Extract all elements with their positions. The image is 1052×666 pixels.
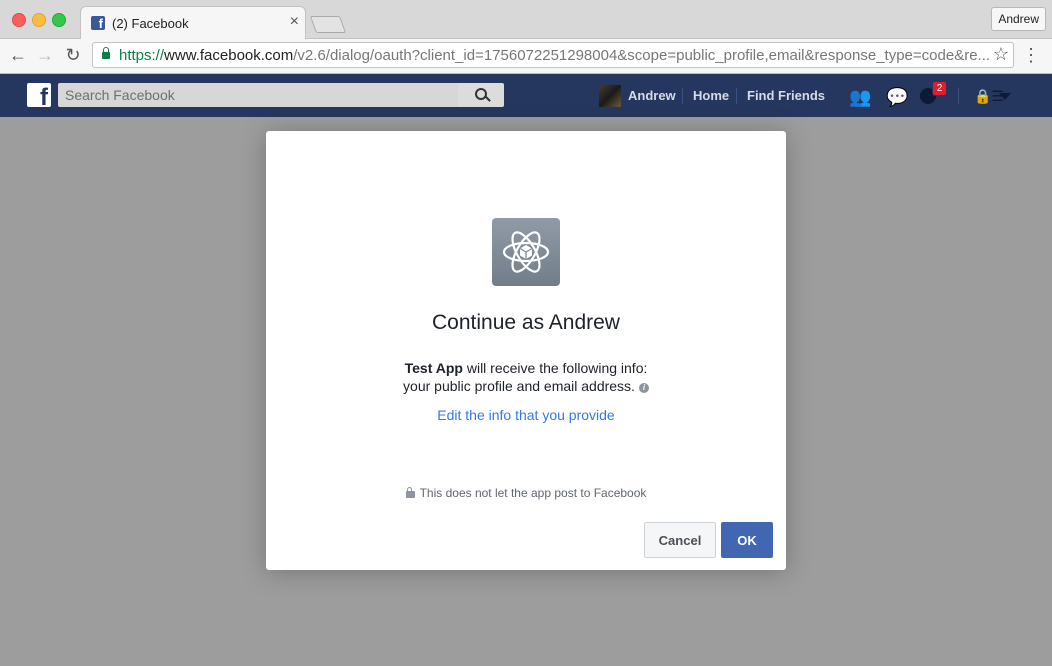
info-icon[interactable]: i (638, 383, 649, 393)
browser-tab-strip: f (2) Facebook × Andrew (0, 0, 1052, 39)
account-menu-caret-icon[interactable] (999, 93, 1011, 100)
new-tab-button[interactable] (309, 16, 347, 33)
address-bar[interactable]: https://www.facebook.com/v2.6/dialog/oau… (92, 42, 1014, 68)
facebook-search-input[interactable] (58, 83, 458, 107)
messages-icon[interactable]: 💬 (886, 87, 908, 108)
back-arrow-icon[interactable]: ← (8, 44, 28, 66)
nav-divider (682, 88, 683, 104)
facebook-logo-icon[interactable]: f (27, 83, 51, 107)
browser-tab-facebook[interactable]: f (2) Facebook × (80, 6, 306, 39)
reload-icon[interactable]: ↻ (63, 44, 83, 66)
browser-toolbar: ← → ↻ https://www.facebook.com/v2.6/dial… (0, 39, 1052, 74)
url-text: https://www.facebook.com/v2.6/dialog/oau… (119, 47, 990, 64)
tab-title: (2) Facebook (112, 16, 189, 31)
url-path: /v2.6/dialog/oauth?client_id=17560722512… (293, 47, 991, 64)
search-icon[interactable] (458, 83, 504, 107)
ok-button[interactable]: OK (721, 522, 773, 558)
tab-close-icon[interactable]: × (290, 13, 299, 31)
browser-profile-button[interactable]: Andrew (991, 7, 1046, 31)
permissions-info: Test App will receive the following info… (266, 359, 786, 395)
info-line-2: your public profile and email address. (403, 378, 635, 394)
nav-divider (958, 88, 959, 104)
facebook-favicon-icon: f (91, 16, 105, 30)
browser-menu-icon[interactable]: ⋮ (1022, 44, 1040, 66)
window-close-button[interactable] (12, 13, 26, 27)
no-post-notice: This does not let the app post to Facebo… (266, 486, 786, 500)
info-line-1: will receive the following info: (462, 360, 648, 376)
lock-icon (405, 487, 415, 498)
notice-text: This does not let the app post to Facebo… (419, 486, 647, 500)
avatar[interactable] (599, 85, 621, 107)
dialog-title: Continue as Andrew (432, 311, 620, 334)
facebook-top-bar: f Andrew Home Find Friends 👥 💬 2 🔒☰ (0, 74, 1052, 117)
profile-link[interactable]: Andrew (628, 88, 676, 103)
url-host: www.facebook.com (164, 47, 294, 64)
edit-info-link[interactable]: Edit the info that you provide (266, 407, 786, 423)
app-icon (492, 218, 560, 286)
home-link[interactable]: Home (693, 88, 729, 103)
window-minimize-button[interactable] (32, 13, 46, 27)
atom-icon (502, 231, 550, 273)
window-zoom-button[interactable] (52, 13, 66, 27)
oauth-dialog: Continue as Andrew Test App will receive… (266, 131, 786, 570)
secure-lock-icon (102, 47, 110, 59)
nav-divider (736, 88, 737, 104)
notification-count-badge: 2 (932, 81, 947, 96)
friend-requests-icon[interactable]: 👥 (849, 87, 871, 108)
find-friends-link[interactable]: Find Friends (747, 88, 825, 103)
cancel-button[interactable]: Cancel (644, 522, 716, 558)
url-scheme: https:// (119, 47, 165, 64)
bookmark-star-icon[interactable]: ☆ (993, 44, 1009, 65)
forward-arrow-icon[interactable]: → (35, 44, 55, 66)
app-name: Test App (404, 360, 463, 376)
